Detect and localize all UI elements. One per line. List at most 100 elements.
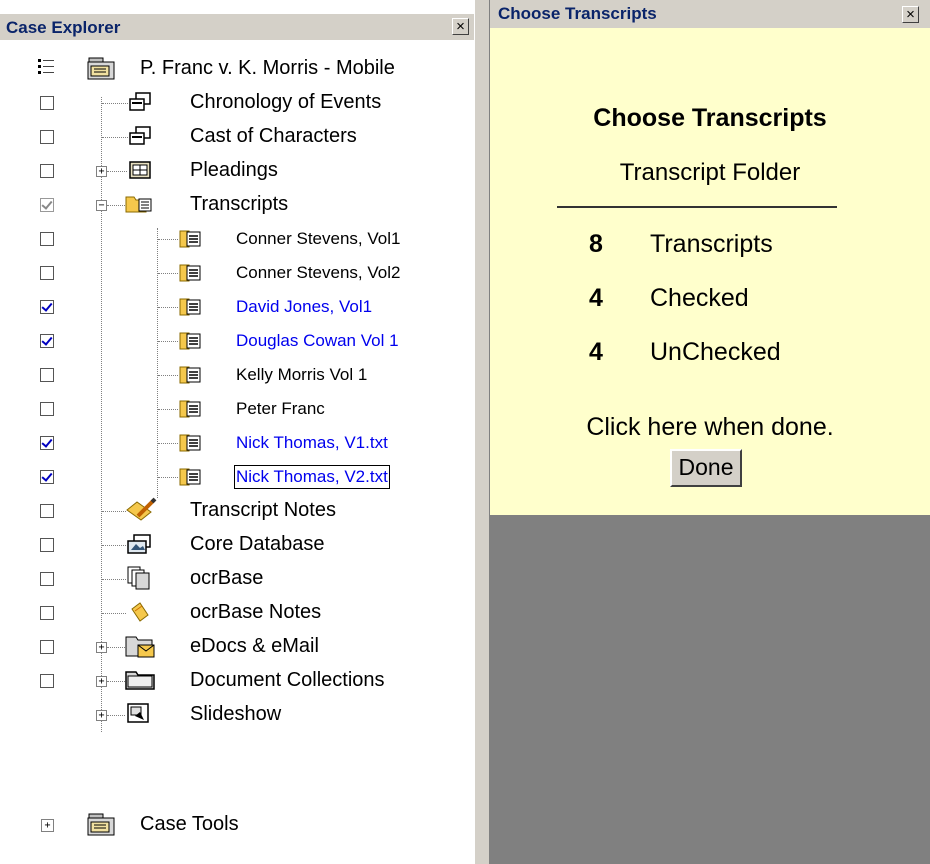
checkbox[interactable] [40, 368, 54, 382]
checkbox[interactable] [40, 674, 54, 688]
email-folder-icon [125, 636, 155, 658]
checkbox[interactable] [40, 470, 54, 484]
checkbox[interactable] [40, 300, 54, 314]
tree-guide-line [107, 171, 127, 172]
tree-item-transcript[interactable]: Nick Thomas, V2.txt [0, 460, 474, 494]
note-icon [131, 602, 149, 622]
tree-item-label: Douglas Cowan Vol 1 [236, 331, 399, 350]
tree-root[interactable]: P. Franc v. K. Morris - Mobile [0, 52, 474, 86]
choose-transcripts-close-icon[interactable]: × [902, 6, 919, 23]
choose-transcripts-titlebar: Choose Transcripts × [490, 0, 930, 28]
case-explorer-pane: Case Explorer × P. Franc v. K. Morris - … [0, 0, 474, 864]
case-explorer-titlebar: Case Explorer × [0, 14, 474, 40]
database-icon [127, 534, 151, 554]
tree-item-edocs[interactable]: + eDocs & eMail [0, 630, 474, 664]
transcript-icon [179, 468, 201, 486]
checkbox[interactable] [40, 266, 54, 280]
tree-guide-line [158, 307, 178, 308]
checkbox[interactable] [40, 130, 54, 144]
tree-item-case-tools[interactable]: + Case Tools [0, 808, 474, 842]
tree-guide-line [158, 375, 178, 376]
stat-number: 4 [589, 284, 603, 312]
transcript-icon [179, 366, 201, 384]
checkbox[interactable] [40, 606, 54, 620]
collapse-minus-icon[interactable]: − [96, 200, 107, 211]
checkbox[interactable] [40, 436, 54, 450]
tree-item-label: Transcripts [190, 193, 289, 215]
tree-item-label: Chronology of Events [190, 91, 382, 113]
tree-item-label: Nick Thomas, V2.txt [234, 465, 390, 489]
tree-item-transcript[interactable]: Douglas Cowan Vol 1 [0, 324, 474, 358]
tree-guide-line [107, 715, 125, 716]
tree-item-pleadings[interactable]: + Pleadings [0, 154, 474, 188]
tree-item-transcript-notes[interactable]: Transcript Notes [0, 494, 474, 528]
tree-item-label: ocrBase Notes [190, 601, 322, 623]
tree-item-label: Pleadings [190, 159, 278, 181]
tree-guide-line [158, 273, 178, 274]
divider [557, 206, 837, 208]
expand-plus-icon[interactable]: + [96, 166, 107, 177]
transcript-folder-icon [125, 196, 152, 213]
tree-item-label: Peter Franc [236, 399, 325, 418]
transcript-icon [179, 434, 201, 452]
choose-transcripts-panel: Choose Transcripts Transcript Folder 8 T… [490, 28, 930, 518]
stat-label: UnChecked [650, 338, 781, 366]
tree-guide-line [158, 477, 178, 478]
tree-item-transcript[interactable]: Nick Thomas, V1.txt [0, 426, 474, 460]
checkbox[interactable] [40, 572, 54, 586]
expand-plus-icon[interactable]: + [96, 642, 107, 653]
tree-item-transcript[interactable]: David Jones, Vol1 [0, 290, 474, 324]
checkbox[interactable] [40, 504, 54, 518]
choose-transcripts-pane: Choose Transcripts × Choose Transcripts … [490, 0, 930, 864]
checkbox[interactable] [40, 402, 54, 416]
tree-item-label: Case Tools [140, 813, 239, 835]
checkbox[interactable] [40, 232, 54, 246]
pleadings-icon [129, 161, 151, 179]
expand-plus-icon[interactable]: + [41, 819, 54, 832]
checkbox[interactable] [40, 198, 54, 212]
tree-item-label: Conner Stevens, Vol2 [236, 263, 401, 282]
checkbox[interactable] [40, 96, 54, 110]
tree-item-label: David Jones, Vol1 [236, 297, 373, 316]
tree-item-label: Core Database [190, 533, 325, 555]
checkbox[interactable] [40, 164, 54, 178]
choose-transcripts-title: Choose Transcripts [498, 4, 657, 23]
expand-plus-icon[interactable]: + [96, 710, 107, 721]
tree-item-transcript[interactable]: Conner Stevens, Vol2 [0, 256, 474, 290]
tree-item-transcript[interactable]: Conner Stevens, Vol1 [0, 222, 474, 256]
checkbox[interactable] [40, 640, 54, 654]
tree-item-ocrbase[interactable]: ocrBase [0, 562, 474, 596]
tree-item-ocrbase-notes[interactable]: ocrBase Notes [0, 596, 474, 630]
case-explorer-close-icon[interactable]: × [452, 18, 469, 35]
tree-item-label: eDocs & eMail [190, 635, 319, 657]
case-tree: P. Franc v. K. Morris - Mobile Chronolog… [0, 42, 474, 864]
pencil-note-icon [126, 497, 157, 521]
tree-item-label: Nick Thomas, V1.txt [236, 433, 388, 452]
transcript-icon [179, 298, 201, 316]
checkbox[interactable] [40, 334, 54, 348]
tree-item-transcripts[interactable]: − Transcripts [0, 188, 474, 222]
tree-item-label: Conner Stevens, Vol1 [236, 229, 401, 248]
tree-item-slideshow[interactable]: + Slideshow [0, 698, 474, 732]
tree-item-transcript[interactable]: Kelly Morris Vol 1 [0, 358, 474, 392]
folder-icon [125, 671, 155, 690]
checkbox[interactable] [40, 538, 54, 552]
done-button[interactable]: Done [670, 449, 742, 487]
tree-item-transcript[interactable]: Peter Franc [0, 392, 474, 426]
tree-item-chronology[interactable]: Chronology of Events [0, 86, 474, 120]
stat-label: Checked [650, 284, 749, 312]
tree-item-label: ocrBase [190, 567, 264, 589]
tree-item-label: Slideshow [190, 703, 282, 725]
tree-item-cast[interactable]: Cast of Characters [0, 120, 474, 154]
transcript-icon [179, 264, 201, 282]
tree-guide-line [102, 613, 126, 614]
pane-splitter[interactable] [474, 0, 490, 864]
expand-plus-icon[interactable]: + [96, 676, 107, 687]
tree-root-label: P. Franc v. K. Morris - Mobile [140, 57, 395, 79]
transcript-icon [179, 332, 201, 350]
panel-heading: Choose Transcripts [593, 104, 827, 132]
tree-guide-line [107, 681, 125, 682]
case-explorer-title: Case Explorer [6, 18, 121, 37]
tree-item-document-collections[interactable]: + Document Collections [0, 664, 474, 698]
tree-item-core-database[interactable]: Core Database [0, 528, 474, 562]
